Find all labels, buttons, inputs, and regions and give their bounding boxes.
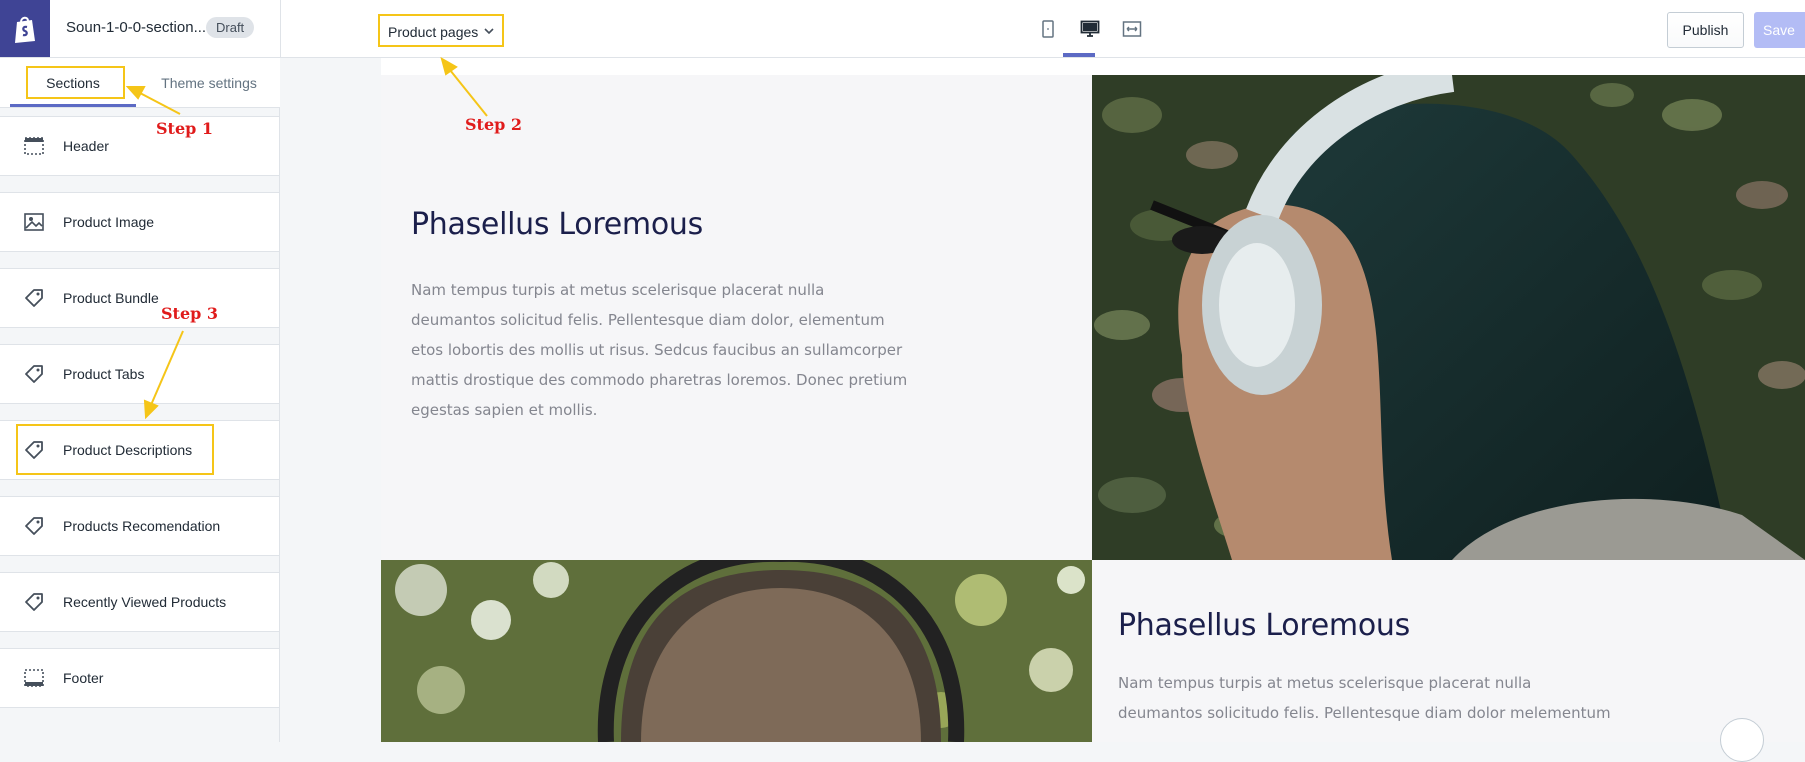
theme-name: Soun-1-0-0-section...	[66, 19, 207, 36]
block-paragraph: Nam tempus turpis at metus scelerisque p…	[1118, 668, 1638, 728]
tab-theme-settings[interactable]: Theme settings	[146, 58, 272, 108]
device-toggle	[1034, 14, 1146, 44]
description-block-2: Phasellus Loremous Nam tempus turpis at …	[1092, 560, 1805, 762]
description-block-1: Phasellus Loremous Nam tempus turpis at …	[381, 75, 1092, 560]
headphones-man-photo	[381, 560, 1092, 742]
paragraph-line: deumantos solicitud felis. Pellentesque …	[411, 311, 885, 329]
sidebar-item-product-image[interactable]: Product Image	[0, 192, 279, 252]
sidebar-item-label: Recently Viewed Products	[63, 594, 227, 610]
tag-icon	[22, 286, 46, 310]
step1-label: Step 1	[156, 119, 214, 138]
sidebar-item-label: Products Recomendation	[63, 518, 221, 534]
paragraph-line: egestas sapien et mollis.	[411, 401, 598, 419]
top-bar: Soun-1-0-0-section... Draft Product page…	[0, 0, 1805, 58]
block-paragraph: Nam tempus turpis at metus scelerisque p…	[411, 275, 931, 425]
block-heading: Phasellus Loremous	[1118, 608, 1410, 643]
image-icon	[22, 210, 46, 234]
tag-icon	[22, 590, 46, 614]
sidebar-item-label: Product Image	[63, 214, 155, 230]
store-preview[interactable]: Phasellus Loremous Nam tempus turpis at …	[381, 75, 1805, 762]
sidebar-item-recently-viewed[interactable]: Recently Viewed Products	[0, 572, 279, 632]
step1-highlight-box	[26, 66, 125, 99]
step2-label: Step 2	[465, 115, 523, 134]
shopify-logo-icon[interactable]	[0, 0, 50, 57]
step2-highlight-box	[378, 14, 504, 47]
sidebar-item-footer[interactable]: Footer	[0, 648, 279, 708]
desktop-icon[interactable]	[1076, 14, 1104, 44]
sidebar-item-label: Header	[63, 138, 109, 154]
divider	[280, 0, 281, 58]
save-button[interactable]: Save	[1754, 12, 1805, 48]
sidebar: Sections Theme settings Header Product I…	[0, 58, 280, 742]
active-tab-indicator	[10, 104, 136, 107]
paragraph-line: mattis drostique des commodo pharetras l…	[411, 371, 908, 389]
mobile-icon[interactable]	[1034, 14, 1062, 44]
scroll-to-top-button[interactable]	[1720, 718, 1764, 762]
paragraph-line: deumantos solicitudo felis. Pellentesque…	[1118, 704, 1611, 722]
publish-button[interactable]: Publish	[1667, 12, 1744, 48]
footer-layout-icon	[22, 666, 46, 690]
block-heading: Phasellus Loremous	[411, 207, 703, 242]
step3-label: Step 3	[161, 304, 219, 323]
sidebar-item-product-tabs[interactable]: Product Tabs	[0, 344, 279, 404]
paragraph-line: etos lobortis des mollis ut risus. Sedcu…	[411, 341, 903, 359]
active-device-indicator	[1063, 53, 1095, 57]
tag-icon	[22, 362, 46, 386]
step3-highlight-box	[16, 424, 214, 475]
sidebar-item-label: Product Bundle	[63, 290, 159, 306]
headphones-woman-photo	[1092, 75, 1805, 560]
sidebar-item-product-bundle[interactable]: Product Bundle	[0, 268, 279, 328]
sidebar-item-products-recomendation[interactable]: Products Recomendation	[0, 496, 279, 556]
tag-icon	[22, 514, 46, 538]
paragraph-line: Nam tempus turpis at metus scelerisque p…	[411, 281, 825, 299]
sidebar-item-header[interactable]: Header	[0, 116, 279, 176]
preview-top-margin	[381, 58, 1805, 75]
sidebar-item-label: Footer	[63, 670, 104, 686]
sidebar-item-label: Product Tabs	[63, 366, 145, 382]
paragraph-line: Nam tempus turpis at metus scelerisque p…	[1118, 674, 1532, 692]
header-layout-icon	[22, 134, 46, 158]
full-width-icon[interactable]	[1118, 14, 1146, 44]
status-badge: Draft	[206, 17, 255, 38]
